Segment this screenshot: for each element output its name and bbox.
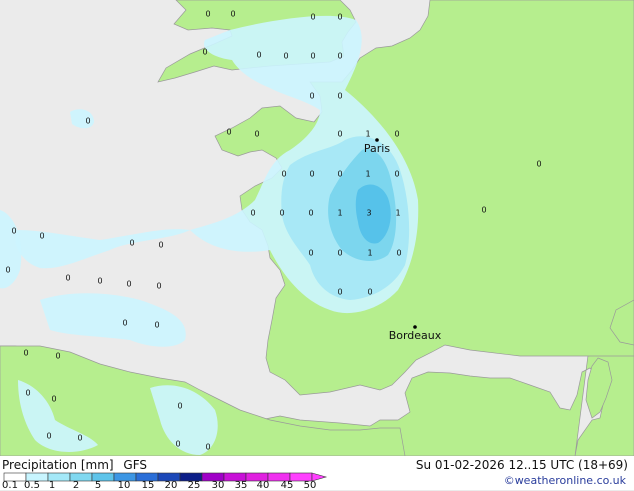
precip-value-10: 0 <box>337 92 342 101</box>
precip-value-42: 0 <box>156 282 161 291</box>
precip-value-15: 1 <box>365 130 370 139</box>
precip-value-37: 0 <box>396 249 401 258</box>
precip-value-38: 0 <box>5 266 10 275</box>
copyright-link[interactable]: ©weatheronline.co.uk <box>504 474 626 487</box>
precip-value-36: 1 <box>367 249 372 258</box>
precip-value-21: 1 <box>365 170 370 179</box>
legend-label-3: 2 <box>72 480 80 491</box>
legend-label-9: 30 <box>211 480 225 491</box>
precip-value-6: 0 <box>283 52 288 61</box>
city-label-bordeaux: Bordeaux <box>389 329 442 342</box>
legend-label-11: 40 <box>256 480 270 491</box>
precip-value-34: 0 <box>308 249 313 258</box>
precip-value-2: 0 <box>310 13 315 22</box>
precip-value-45: 0 <box>122 319 127 328</box>
precip-value-33: 0 <box>158 241 163 250</box>
precip-value-47: 0 <box>23 349 28 358</box>
precip-value-48: 0 <box>55 352 60 361</box>
legend-label-6: 15 <box>141 480 155 491</box>
model-name: GFS <box>123 458 147 472</box>
legend-label-4: 5 <box>94 480 102 491</box>
legend-label-7: 20 <box>164 480 178 491</box>
valid-time: Su 01-02-2026 12..15 UTC (18+69) <box>415 458 628 472</box>
precip-value-46: 0 <box>154 321 159 330</box>
precipitation-map: 0 0 0 00 0 0 0 00 000 0 0 1 000 0 0 1 00 0 0 1 3 1 0000 00 0 1 000… <box>0 0 634 490</box>
precip-value-16: 0 <box>394 130 399 139</box>
legend-label-13: 50 <box>303 480 317 491</box>
precip-value-43: 0 <box>337 288 342 297</box>
precip-value-26: 1 <box>337 209 342 218</box>
precip-value-49: 0 <box>25 389 30 398</box>
precip-value-52: 0 <box>46 432 51 441</box>
legend-label-1: 0.5 <box>24 480 40 491</box>
precip-value-23: 0 <box>250 209 255 218</box>
precip-value-39: 0 <box>65 274 70 283</box>
precip-value-12: 0 <box>226 128 231 137</box>
precip-value-44: 0 <box>367 288 372 297</box>
precip-value-22: 0 <box>394 170 399 179</box>
precip-value-4: 0 <box>202 48 207 57</box>
precip-value-19: 0 <box>309 170 314 179</box>
legend-label-5: 10 <box>117 480 131 491</box>
precip-value-1: 0 <box>230 10 235 19</box>
legend-label-0: 0.1 <box>2 480 18 491</box>
precip-value-31: 0 <box>39 232 44 241</box>
legend-label-12: 45 <box>280 480 294 491</box>
legend-label-8: 25 <box>187 480 201 491</box>
precip-value-18: 0 <box>281 170 286 179</box>
precip-value-14: 0 <box>337 130 342 139</box>
precip-value-29: 0 <box>481 206 486 215</box>
precip-value-32: 0 <box>129 239 134 248</box>
precip-value-7: 0 <box>310 52 315 61</box>
precip-value-27: 3 <box>366 209 371 218</box>
precip-value-50: 0 <box>51 395 56 404</box>
precip-value-55: 0 <box>205 443 210 452</box>
precip-value-0: 0 <box>205 10 210 19</box>
precip-value-11: 0 <box>85 117 90 126</box>
precip-value-17: 0 <box>536 160 541 169</box>
precip-value-28: 1 <box>395 209 400 218</box>
precip-value-5: 0 <box>256 51 261 60</box>
legend-title: Precipitation [mm] GFS <box>2 458 147 472</box>
precip-value-35: 0 <box>337 249 342 258</box>
precip-value-30: 0 <box>11 227 16 236</box>
precip-value-54: 0 <box>175 440 180 449</box>
precip-value-20: 0 <box>337 170 342 179</box>
precip-value-9: 0 <box>309 92 314 101</box>
precip-value-53: 0 <box>77 434 82 443</box>
precip-value-8: 0 <box>337 52 342 61</box>
legend-title-text: Precipitation [mm] <box>2 458 114 472</box>
legend-label-10: 35 <box>234 480 248 491</box>
precip-value-25: 0 <box>308 209 313 218</box>
precip-value-40: 0 <box>97 277 102 286</box>
city-label-paris: Paris <box>364 142 390 155</box>
precip-value-13: 0 <box>254 130 259 139</box>
precip-value-24: 0 <box>279 209 284 218</box>
precip-value-51: 0 <box>177 402 182 411</box>
precip-value-41: 0 <box>126 280 131 289</box>
precip-value-3: 0 <box>337 13 342 22</box>
legend-label-2: 1 <box>48 480 56 491</box>
